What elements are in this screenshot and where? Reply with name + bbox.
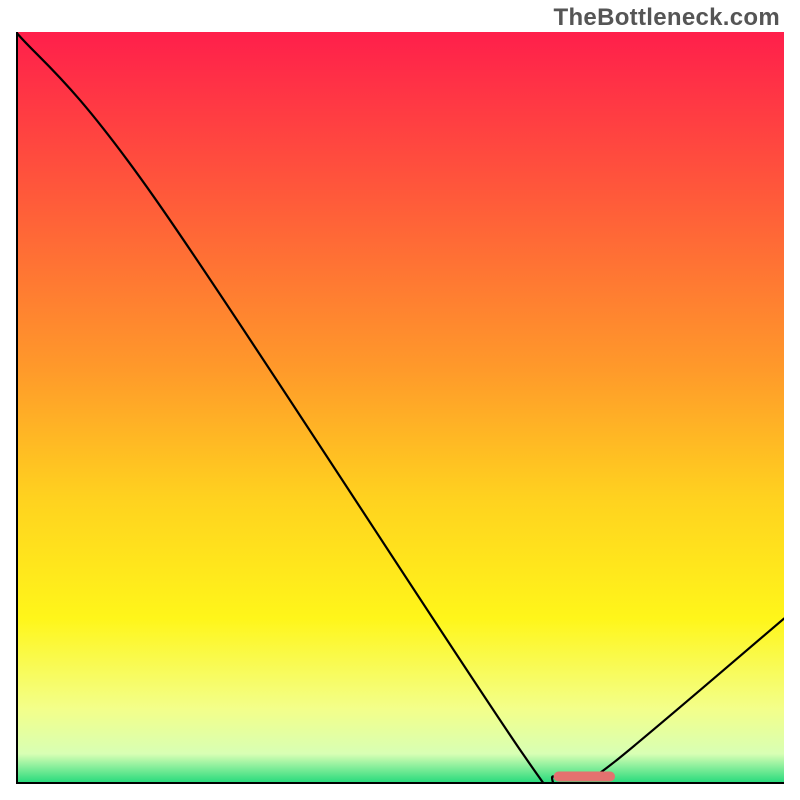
chart-optimal-marker	[554, 771, 615, 781]
chart-svg	[16, 32, 784, 784]
chart-plot-area	[16, 32, 784, 784]
chart-container: TheBottleneck.com	[0, 0, 800, 800]
watermark-text: TheBottleneck.com	[554, 4, 780, 32]
chart-gradient-background	[16, 32, 784, 784]
